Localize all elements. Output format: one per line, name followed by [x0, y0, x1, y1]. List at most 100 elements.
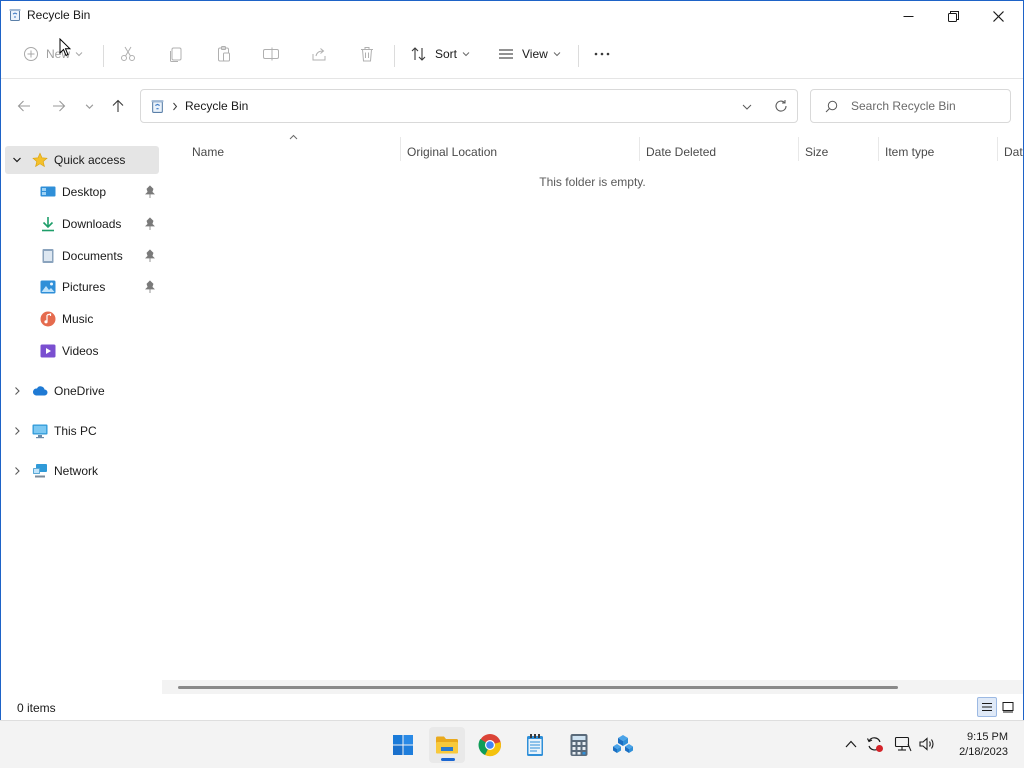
delete-button[interactable] — [358, 41, 376, 67]
cubes-app-icon — [613, 735, 633, 753]
recycle-bin-icon — [9, 9, 21, 21]
chevron-down-icon[interactable] — [742, 103, 752, 111]
cut-button[interactable] — [119, 41, 137, 67]
taskbar-notepad[interactable] — [517, 727, 553, 763]
sort-icon — [411, 47, 426, 61]
sidebar-item-label: Pictures — [62, 280, 106, 294]
chevron-right-icon — [173, 102, 178, 111]
paste-button[interactable] — [215, 41, 233, 67]
sidebar-item-label: Music — [62, 312, 94, 326]
taskbar-calculator[interactable] — [561, 727, 597, 763]
rename-button[interactable] — [262, 41, 280, 67]
tray-volume[interactable] — [918, 735, 936, 753]
refresh-icon[interactable] — [774, 99, 788, 113]
sidebar-item-label: Videos — [62, 344, 99, 358]
up-button[interactable] — [108, 96, 128, 116]
back-button[interactable] — [14, 96, 34, 116]
column-header-name[interactable]: Name — [192, 138, 224, 166]
tray-network[interactable] — [894, 735, 912, 753]
desktop-icon — [40, 186, 56, 197]
breadcrumb-recycle-bin[interactable]: Recycle Bin — [185, 99, 248, 113]
trash-icon — [361, 47, 373, 62]
column-header-date[interactable]: Dat — [1004, 138, 1023, 166]
sort-button[interactable]: Sort — [410, 41, 470, 67]
column-divider[interactable] — [798, 137, 799, 161]
column-header-size[interactable]: Size — [805, 138, 828, 166]
column-header-item-type[interactable]: Item type — [885, 138, 934, 166]
sidebar-item-label: Network — [54, 464, 99, 478]
sidebar-item-pictures[interactable]: Pictures — [5, 273, 159, 301]
notepad-icon — [527, 734, 543, 756]
chevron-right-icon — [15, 427, 20, 435]
sidebar-item-onedrive[interactable]: OneDrive — [5, 377, 159, 405]
clock-time: 9:15 PM — [967, 731, 1008, 743]
column-header-date-deleted[interactable]: Date Deleted — [646, 138, 716, 166]
calculator-icon — [570, 734, 588, 756]
column-divider[interactable] — [400, 137, 401, 161]
start-button[interactable] — [385, 727, 421, 763]
column-divider[interactable] — [997, 137, 998, 161]
windows-icon — [393, 735, 413, 755]
taskbar-chrome[interactable] — [472, 727, 508, 763]
network-monitor-icon — [894, 736, 912, 752]
window-title: Recycle Bin — [27, 8, 91, 22]
more-options-button[interactable] — [593, 41, 611, 67]
sidebar-item-label: Desktop — [62, 185, 107, 199]
taskbar-clock[interactable]: 9:15 PM 2/18/2023 — [944, 730, 1008, 760]
pin-icon — [145, 217, 155, 230]
show-hidden-icons-button[interactable] — [842, 735, 860, 753]
pin-icon — [145, 185, 155, 198]
minimize-button[interactable] — [885, 1, 931, 31]
sidebar-item-desktop[interactable]: Desktop — [5, 178, 159, 206]
close-button[interactable] — [975, 1, 1021, 31]
sidebar-item-this-pc[interactable]: This PC — [5, 417, 159, 445]
sidebar-item-music[interactable]: Music — [5, 305, 159, 333]
chrome-icon — [478, 734, 501, 757]
chevron-down-icon — [75, 52, 83, 57]
copy-button[interactable] — [167, 41, 185, 67]
share-button[interactable] — [310, 41, 328, 67]
sidebar-item-videos[interactable]: Videos — [5, 337, 159, 365]
arrow-right-icon — [53, 100, 66, 112]
title-bar[interactable]: Recycle Bin — [1, 1, 1023, 31]
rename-icon — [263, 47, 279, 61]
tiles-view-button[interactable] — [998, 697, 1018, 717]
sidebar-item-quick-access[interactable]: Quick access — [5, 146, 159, 174]
sidebar-item-downloads[interactable]: Downloads — [5, 210, 159, 238]
network-icon — [33, 464, 47, 478]
details-view-button[interactable] — [977, 697, 997, 717]
minimize-icon — [903, 15, 913, 17]
share-icon — [312, 48, 326, 61]
restore-button[interactable] — [930, 1, 976, 31]
taskbar-app-blue[interactable] — [605, 727, 641, 763]
column-divider[interactable] — [878, 137, 879, 161]
tiles-view-icon — [1002, 702, 1014, 713]
address-bar[interactable]: Recycle Bin — [140, 89, 798, 123]
forward-button[interactable] — [49, 96, 69, 116]
scrollbar-thumb[interactable] — [178, 686, 898, 689]
tray-sync-status[interactable] — [866, 735, 884, 753]
chevron-down-icon — [462, 52, 470, 57]
search-box[interactable]: Search Recycle Bin — [810, 89, 1011, 123]
pin-icon — [145, 249, 155, 262]
empty-folder-message: This folder is empty. — [539, 175, 646, 189]
view-button[interactable]: View — [497, 41, 561, 67]
sidebar-item-documents[interactable]: Documents — [5, 242, 159, 270]
taskbar-file-explorer[interactable] — [429, 727, 465, 763]
taskbar: 9:15 PM 2/18/2023 — [0, 720, 1024, 768]
column-divider[interactable] — [639, 137, 640, 161]
file-explorer-window: Recycle Bin New Sort View Recycle Bin Se… — [0, 0, 1024, 721]
toolbar-divider — [394, 45, 395, 67]
file-list-pane[interactable]: Name Original Location Date Deleted Size… — [162, 132, 1023, 694]
arrow-left-icon — [17, 100, 30, 112]
recent-locations-button[interactable] — [79, 96, 99, 116]
restore-icon — [947, 10, 959, 22]
sidebar-item-label: Quick access — [54, 153, 126, 167]
column-header-original-location[interactable]: Original Location — [407, 138, 497, 166]
sidebar-item-network[interactable]: Network — [5, 457, 159, 485]
list-view-icon — [499, 49, 513, 59]
chevron-down-icon — [13, 157, 21, 163]
close-icon — [992, 10, 1004, 22]
chevron-right-icon — [15, 467, 20, 475]
new-button[interactable]: New — [23, 41, 83, 67]
